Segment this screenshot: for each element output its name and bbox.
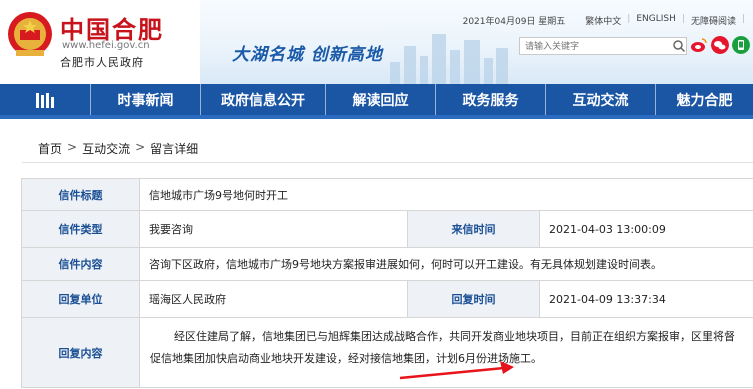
link-accessibility[interactable]: 无障碍阅读: [691, 14, 736, 27]
site-url: www.hefei.gov.cn: [62, 40, 150, 51]
breadcrumb-current: 留言详细: [150, 142, 199, 156]
red-arrow-annotation: [399, 361, 514, 380]
breadcrumb-interaction[interactable]: 互动交流: [82, 140, 130, 157]
site-header: 中国合肥 www.hefei.gov.cn 合肥市人民政府 大湖名城 创新高地 …: [0, 0, 753, 84]
current-date: 2021年04月09日 星期五: [462, 17, 566, 27]
table-row: 回复内容 经区住建局了解，信地集团已与旭辉集团达成战略合作，共同开发商业地块项目…: [21, 317, 753, 388]
reply-unit-label: 回复单位: [21, 280, 140, 318]
table-row: 信件内容 咨询下区政府，信地城市广场9号地块方案报审进展如何，何时可以开工建设。…: [21, 247, 753, 281]
separator: |: [627, 14, 631, 24]
nav-item-interaction[interactable]: 互动交流: [545, 84, 655, 115]
date-label: 来信时间: [407, 210, 540, 248]
main-nav: 时事新闻 政府信息公开 解读回应 政务服务 互动交流 魅力合肥: [0, 84, 753, 115]
mobile-icon[interactable]: [732, 36, 750, 54]
nav-item-charm-hefei[interactable]: 魅力合肥: [655, 84, 753, 115]
table-row: 信件标题 信地城市广场9号地何时开工: [21, 178, 753, 211]
letter-title: 信地城市广场9号地何时开工: [138, 178, 753, 211]
link-traditional-chinese[interactable]: 繁体中文: [585, 14, 621, 27]
skyline-decoration: [390, 28, 510, 84]
breadcrumb-separator: >: [135, 140, 146, 154]
reply-date: 2021-04-09 13:37:34: [538, 280, 753, 318]
letter-detail-table: 信件标题 信地城市广场9号地何时开工 信件类型 我要咨询 来信时间 2021-0…: [21, 178, 753, 388]
link-english[interactable]: ENGLISH: [636, 14, 676, 27]
title-label: 信件标题: [21, 178, 140, 211]
nav-item-gov-info[interactable]: 政府信息公开: [200, 84, 325, 115]
letter-type: 我要咨询: [139, 210, 408, 248]
national-emblem-icon[interactable]: [6, 10, 54, 60]
nav-home[interactable]: [0, 84, 90, 115]
nav-underline: [0, 115, 753, 119]
slogan: 大湖名城 创新高地: [232, 45, 383, 65]
divider: [22, 162, 753, 163]
org-name: 合肥市人民政府: [60, 56, 144, 69]
wechat-icon[interactable]: [711, 36, 729, 54]
nav-item-gov-services[interactable]: 政务服务: [435, 84, 545, 115]
top-links: 2021年04月09日 星期五 繁体中文 | ENGLISH | 无障碍阅读 |: [463, 14, 745, 27]
reply-date-label: 回复时间: [407, 280, 540, 318]
nav-item-interpretation[interactable]: 解读回应: [325, 84, 435, 115]
table-row: 回复单位 瑶海区人民政府 回复时间 2021-04-09 13:37:34: [21, 280, 753, 318]
letter-date: 2021-04-03 13:00:09: [538, 210, 753, 248]
table-row: 信件类型 我要咨询 来信时间 2021-04-03 13:00:09: [21, 210, 753, 248]
reply-unit: 瑶海区人民政府: [139, 280, 408, 318]
search-input[interactable]: [519, 37, 687, 55]
breadcrumb-home[interactable]: 首页: [38, 140, 62, 157]
weibo-icon[interactable]: [690, 36, 708, 54]
search-icon[interactable]: [672, 39, 686, 53]
type-label: 信件类型: [21, 210, 140, 248]
reply-content-label: 回复内容: [21, 317, 140, 388]
breadcrumb-separator: >: [67, 140, 78, 154]
content-label: 信件内容: [21, 247, 140, 281]
letter-content: 咨询下区政府，信地城市广场9号地块方案报审进展如何，何时可以开工建设。有无具体规…: [138, 247, 753, 281]
separator: |: [741, 14, 745, 24]
separator: |: [681, 14, 685, 24]
breadcrumb: 首页 > 互动交流 > 留言详细: [38, 140, 198, 157]
nav-item-news[interactable]: 时事新闻: [90, 84, 200, 115]
home-icon: [36, 92, 54, 108]
